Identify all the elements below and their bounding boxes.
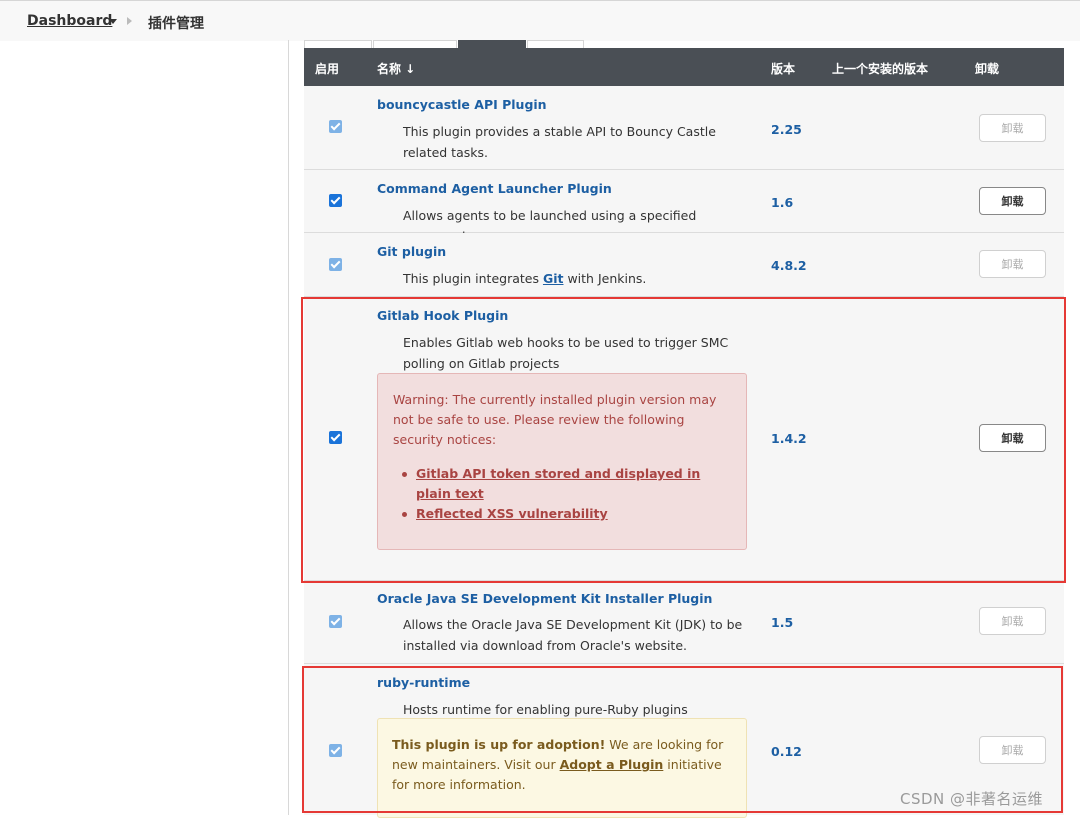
plugin-version: 2.25 [771,122,802,137]
header-enabled[interactable]: 启用 [315,60,339,77]
plugin-name-link[interactable]: Git plugin [377,244,446,259]
uninstall-button[interactable]: 卸载 [979,424,1046,452]
security-notice-item: Gitlab API token stored and displayed in… [402,464,716,504]
git-link[interactable]: Git [543,271,564,286]
enabled-checkbox[interactable] [329,194,342,207]
security-warning-text: Warning: The currently installed plugin … [393,392,717,447]
adopt-a-plugin-link[interactable]: Adopt a Plugin [560,757,664,772]
plugin-row-command-agent: Command Agent Launcher Plugin Allows age… [304,170,1064,244]
plugin-row-oracle-jdk: Oracle Java SE Development Kit Installer… [304,581,1064,664]
uninstall-button[interactable]: 卸载 [979,187,1046,215]
plugin-name-link[interactable]: bouncycastle API Plugin [377,97,547,112]
plugin-version: 1.6 [771,195,794,210]
description-text: This plugin integrates [403,271,543,286]
header-previous-version[interactable]: 上一个安装的版本 [832,60,928,77]
plugin-description: This plugin integrates Git with Jenkins. [403,268,753,289]
adoption-notice-title: This plugin is up for adoption! [392,737,606,752]
table-header: 启用 名称 ↓ 版本 上一个安装的版本 卸载 [304,48,1064,86]
security-warning-box: Warning: The currently installed plugin … [377,373,747,550]
breadcrumb-bar: Dashboard 插件管理 [0,0,1080,41]
adoption-notice-box: This plugin is up for adoption! We are l… [377,718,747,818]
plugin-name-link[interactable]: Command Agent Launcher Plugin [377,181,612,196]
header-name[interactable]: 名称 ↓ [377,60,415,77]
header-uninstall[interactable]: 卸载 [975,60,999,77]
plugin-name-link[interactable]: Oracle Java SE Development Kit Installer… [377,591,712,606]
security-notice-link[interactable]: Gitlab API token stored and displayed in… [416,466,700,501]
uninstall-button[interactable]: 卸载 [979,114,1046,142]
description-text: with Jenkins. [563,271,647,286]
security-notice-item: Reflected XSS vulnerability [402,504,716,524]
uninstall-button[interactable]: 卸载 [979,250,1046,278]
breadcrumb-current: 插件管理 [148,16,204,32]
uninstall-button[interactable]: 卸载 [979,607,1046,635]
plugin-row-git: Git plugin This plugin integrates Git wi… [304,233,1064,297]
plugin-version: 4.8.2 [771,258,807,273]
header-version[interactable]: 版本 [771,60,795,77]
plugin-row-gitlab-hook: Gitlab Hook Plugin Enables Gitlab web ho… [304,297,1064,581]
plugin-version: 1.5 [771,615,794,630]
plugin-version: 0.12 [771,744,802,759]
plugin-name-link[interactable]: ruby-runtime [377,675,470,690]
enabled-checkbox[interactable] [329,258,342,271]
enabled-checkbox[interactable] [329,615,342,628]
enabled-checkbox[interactable] [329,120,342,133]
plugin-description: Hosts runtime for enabling pure-Ruby plu… [403,702,688,717]
breadcrumb-dashboard-link[interactable]: Dashboard [27,13,112,29]
adoption-notice-text: This plugin is up for adoption! We are l… [392,735,737,795]
plugin-version: 1.4.2 [771,431,807,446]
security-notice-list: Gitlab API token stored and displayed in… [402,464,716,524]
plugin-description: Enables Gitlab web hooks to be used to t… [403,335,729,371]
enabled-checkbox[interactable] [329,431,342,444]
plugin-description: Allows the Oracle Java SE Development Ki… [403,617,743,653]
panel-divider [288,40,289,815]
chevron-right-icon [127,17,132,25]
security-notice-link[interactable]: Reflected XSS vulnerability [416,506,608,521]
uninstall-button[interactable]: 卸载 [979,736,1046,764]
watermark: CSDN @非著名运维 [900,790,1044,808]
plugin-row-bouncycastle: bouncycastle API Plugin This plugin prov… [304,86,1064,170]
chevron-down-icon[interactable] [109,19,117,24]
plugin-name-link[interactable]: Gitlab Hook Plugin [377,308,508,323]
enabled-checkbox[interactable] [329,744,342,757]
plugin-description: This plugin provides a stable API to Bou… [403,124,716,160]
